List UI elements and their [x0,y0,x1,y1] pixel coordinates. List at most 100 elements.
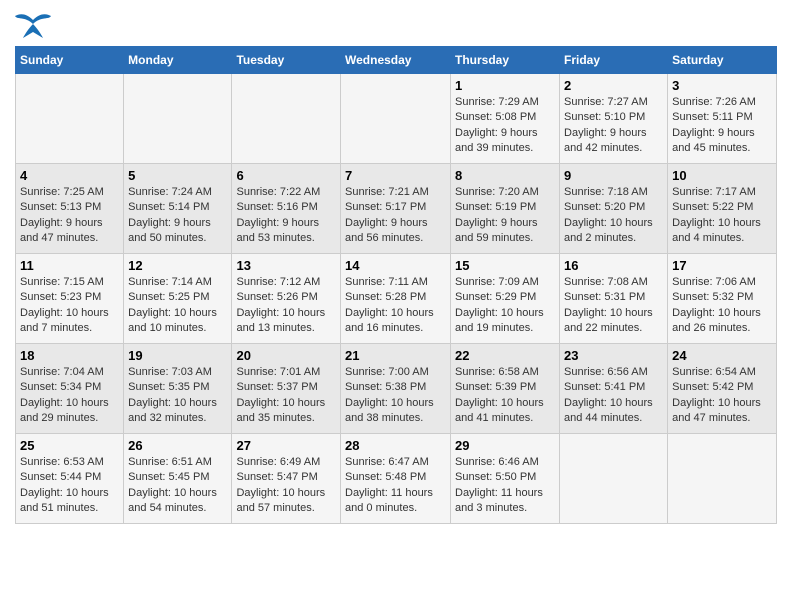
calendar-table: SundayMondayTuesdayWednesdayThursdayFrid… [15,46,777,524]
calendar-cell: 18 Sunrise: 7:04 AM Sunset: 5:34 PM Dayli… [16,344,124,434]
calendar-cell: 17Sunrise: 7:06 AM Sunset: 5:32 PM Dayli… [668,254,777,344]
day-info: Sunrise: 7:06 AM Sunset: 5:32 PM Dayligh… [672,275,772,337]
column-header-saturday: Saturday [668,47,777,74]
column-header-monday: Monday [124,47,232,74]
day-info: Sunrise: 6:58 AM Sunset: 5:39 PM Dayligh… [455,365,555,427]
calendar-cell: 26Sunrise: 6:51 AM Sunset: 5:45 PM Dayli… [124,434,232,524]
calendar-cell: 7 Sunrise: 7:21 AM Sunset: 5:17 PM Daylig… [341,164,451,254]
calendar-cell: 1 Sunrise: 7:29 AM Sunset: 5:08 PM Daylig… [451,74,560,164]
day-number: 13 [236,258,336,273]
day-number: 24 [672,348,772,363]
calendar-week-row: 1 Sunrise: 7:29 AM Sunset: 5:08 PM Daylig… [16,74,777,164]
day-info: Sunrise: 6:46 AM Sunset: 5:50 PM Dayligh… [455,455,555,517]
day-info: Sunrise: 7:09 AM Sunset: 5:29 PM Dayligh… [455,275,555,337]
calendar-cell: 14 Sunrise: 7:11 AM Sunset: 5:28 PM Dayli… [341,254,451,344]
calendar-cell: 21 Sunrise: 7:00 AM Sunset: 5:38 PM Dayli… [341,344,451,434]
calendar-cell: 23 Sunrise: 6:56 AM Sunset: 5:41 PM Dayli… [560,344,668,434]
column-header-tuesday: Tuesday [232,47,341,74]
day-number: 21 [345,348,446,363]
day-info: Sunrise: 7:08 AM Sunset: 5:31 PM Dayligh… [564,275,663,337]
calendar-cell [232,74,341,164]
calendar-cell: 2 Sunrise: 7:27 AM Sunset: 5:10 PM Daylig… [560,74,668,164]
calendar-cell [16,74,124,164]
calendar-cell: 8 Sunrise: 7:20 AM Sunset: 5:19 PM Daylig… [451,164,560,254]
day-info: Sunrise: 6:54 AM Sunset: 5:42 PM Dayligh… [672,365,772,427]
day-number: 7 [345,168,446,183]
day-info: Sunrise: 7:15 AM Sunset: 5:23 PM Dayligh… [20,275,119,337]
day-info: Sunrise: 6:56 AM Sunset: 5:41 PM Dayligh… [564,365,663,427]
day-info: Sunrise: 7:18 AM Sunset: 5:20 PM Dayligh… [564,185,663,247]
day-info: Sunrise: 7:27 AM Sunset: 5:10 PM Dayligh… [564,95,663,157]
day-number: 23 [564,348,663,363]
calendar-cell: 25 Sunrise: 6:53 AM Sunset: 5:44 PM Dayli… [16,434,124,524]
calendar-cell: 27 Sunrise: 6:49 AM Sunset: 5:47 PM Dayli… [232,434,341,524]
day-number: 5 [128,168,227,183]
column-header-sunday: Sunday [16,47,124,74]
day-number: 15 [455,258,555,273]
calendar-cell [124,74,232,164]
day-number: 2 [564,78,663,93]
day-number: 28 [345,438,446,453]
calendar-cell: 9 Sunrise: 7:18 AM Sunset: 5:20 PM Daylig… [560,164,668,254]
day-number: 29 [455,438,555,453]
logo [15,10,55,38]
calendar-cell [668,434,777,524]
calendar-cell: 16 Sunrise: 7:08 AM Sunset: 5:31 PM Dayli… [560,254,668,344]
calendar-cell: 22Sunrise: 6:58 AM Sunset: 5:39 PM Dayli… [451,344,560,434]
day-number: 16 [564,258,663,273]
day-number: 10 [672,168,772,183]
day-info: Sunrise: 7:14 AM Sunset: 5:25 PM Dayligh… [128,275,227,337]
day-info: Sunrise: 7:20 AM Sunset: 5:19 PM Dayligh… [455,185,555,247]
day-info: Sunrise: 7:17 AM Sunset: 5:22 PM Dayligh… [672,185,772,247]
logo-bird-icon [15,10,51,38]
day-number: 6 [236,168,336,183]
day-number: 20 [236,348,336,363]
day-number: 12 [128,258,227,273]
day-number: 27 [236,438,336,453]
day-info: Sunrise: 6:49 AM Sunset: 5:47 PM Dayligh… [236,455,336,517]
day-info: Sunrise: 7:00 AM Sunset: 5:38 PM Dayligh… [345,365,446,427]
calendar-cell: 13Sunrise: 7:12 AM Sunset: 5:26 PM Dayli… [232,254,341,344]
day-info: Sunrise: 7:26 AM Sunset: 5:11 PM Dayligh… [672,95,772,157]
calendar-cell: 19 Sunrise: 7:03 AM Sunset: 5:35 PM Dayli… [124,344,232,434]
calendar-cell: 15 Sunrise: 7:09 AM Sunset: 5:29 PM Dayli… [451,254,560,344]
day-info: Sunrise: 7:25 AM Sunset: 5:13 PM Dayligh… [20,185,119,247]
day-number: 19 [128,348,227,363]
day-number: 3 [672,78,772,93]
page-header [15,10,777,38]
calendar-cell: 4 Sunrise: 7:25 AM Sunset: 5:13 PM Daylig… [16,164,124,254]
calendar-cell: 10 Sunrise: 7:17 AM Sunset: 5:22 PM Dayli… [668,164,777,254]
day-info: Sunrise: 7:04 AM Sunset: 5:34 PM Dayligh… [20,365,119,427]
column-header-wednesday: Wednesday [341,47,451,74]
day-info: Sunrise: 7:24 AM Sunset: 5:14 PM Dayligh… [128,185,227,247]
day-info: Sunrise: 6:51 AM Sunset: 5:45 PM Dayligh… [128,455,227,517]
day-number: 14 [345,258,446,273]
calendar-cell: 20 Sunrise: 7:01 AM Sunset: 5:37 PM Dayli… [232,344,341,434]
day-number: 8 [455,168,555,183]
day-info: Sunrise: 7:01 AM Sunset: 5:37 PM Dayligh… [236,365,336,427]
calendar-week-row: 25 Sunrise: 6:53 AM Sunset: 5:44 PM Dayli… [16,434,777,524]
day-number: 11 [20,258,119,273]
calendar-cell: 3 Sunrise: 7:26 AM Sunset: 5:11 PM Daylig… [668,74,777,164]
day-number: 9 [564,168,663,183]
calendar-week-row: 18 Sunrise: 7:04 AM Sunset: 5:34 PM Dayli… [16,344,777,434]
column-header-friday: Friday [560,47,668,74]
calendar-cell: 12 Sunrise: 7:14 AM Sunset: 5:25 PM Dayli… [124,254,232,344]
calendar-cell: 6 Sunrise: 7:22 AM Sunset: 5:16 PM Daylig… [232,164,341,254]
day-number: 25 [20,438,119,453]
day-number: 1 [455,78,555,93]
day-info: Sunrise: 7:21 AM Sunset: 5:17 PM Dayligh… [345,185,446,247]
calendar-header-row: SundayMondayTuesdayWednesdayThursdayFrid… [16,47,777,74]
day-number: 4 [20,168,119,183]
column-header-thursday: Thursday [451,47,560,74]
day-info: Sunrise: 7:29 AM Sunset: 5:08 PM Dayligh… [455,95,555,157]
calendar-cell [341,74,451,164]
day-number: 18 [20,348,119,363]
calendar-cell: 5 Sunrise: 7:24 AM Sunset: 5:14 PM Daylig… [124,164,232,254]
day-info: Sunrise: 7:22 AM Sunset: 5:16 PM Dayligh… [236,185,336,247]
day-info: Sunrise: 6:53 AM Sunset: 5:44 PM Dayligh… [20,455,119,517]
calendar-cell: 24 Sunrise: 6:54 AM Sunset: 5:42 PM Dayli… [668,344,777,434]
day-info: Sunrise: 7:11 AM Sunset: 5:28 PM Dayligh… [345,275,446,337]
day-info: Sunrise: 7:03 AM Sunset: 5:35 PM Dayligh… [128,365,227,427]
calendar-cell: 28Sunrise: 6:47 AM Sunset: 5:48 PM Dayli… [341,434,451,524]
